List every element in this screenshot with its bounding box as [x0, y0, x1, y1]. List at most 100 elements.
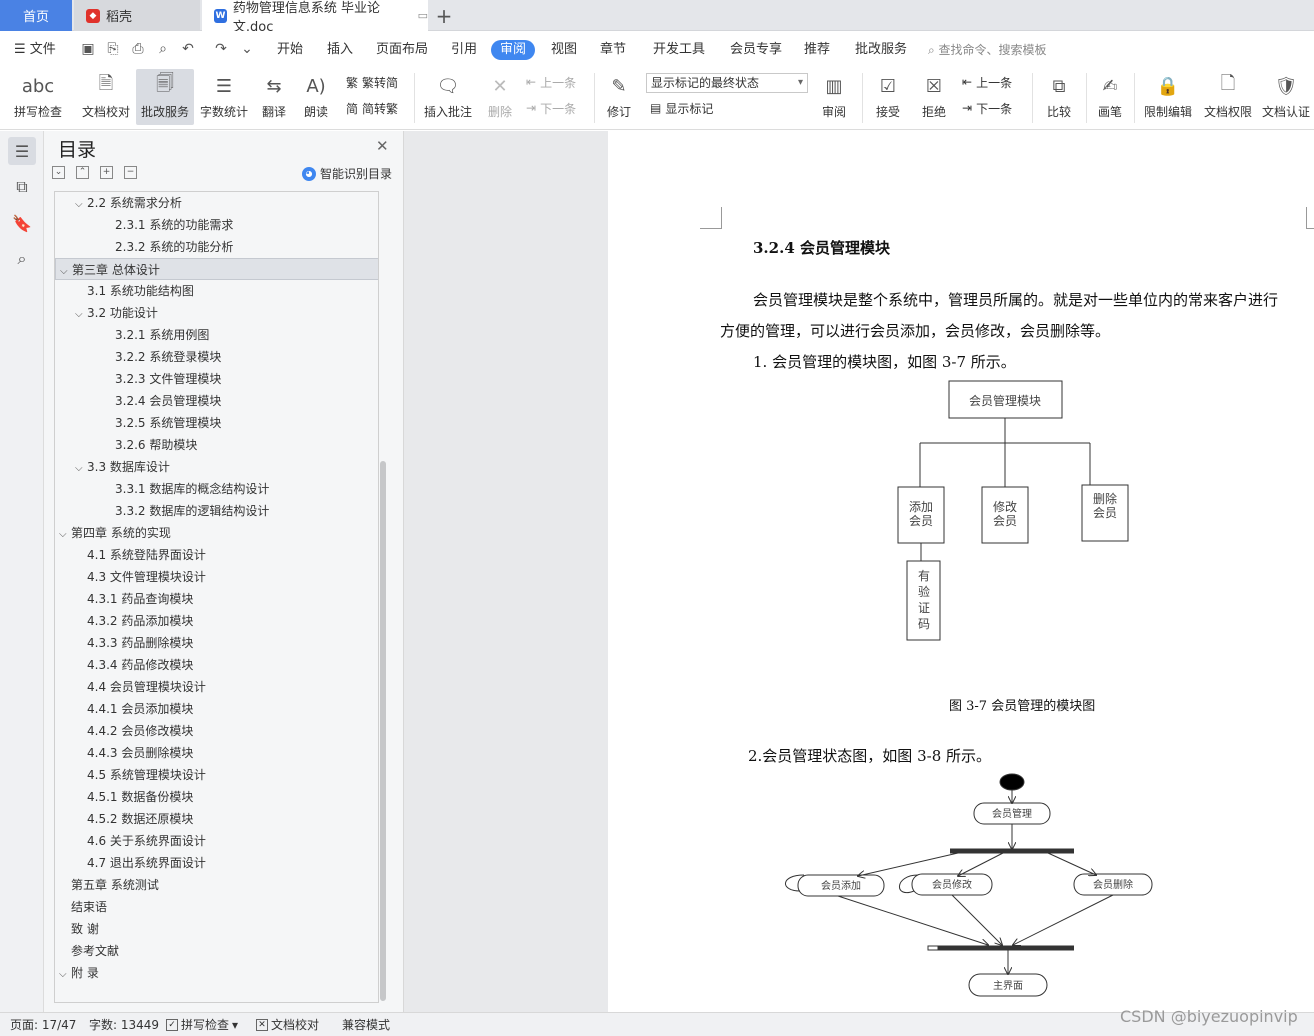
- toc-item[interactable]: 第五章 系统测试: [55, 874, 378, 896]
- tab-home[interactable]: 首页: [0, 0, 72, 31]
- toc-item[interactable]: 4.7 退出系统界面设计: [55, 852, 378, 874]
- toc-item[interactable]: 2.3.2 系统的功能分析: [55, 236, 378, 258]
- add-heading-icon[interactable]: +: [100, 166, 113, 179]
- toc-item[interactable]: 3.2.1 系统用例图: [55, 324, 378, 346]
- toc-item[interactable]: 3.2.4 会员管理模块: [55, 390, 378, 412]
- doc-proofread-button[interactable]: 🗎 文档校对: [78, 69, 134, 125]
- spell-check-status[interactable]: ✓ 拼写检查 ▾: [166, 1017, 238, 1033]
- toc-item[interactable]: 4.3.2 药品添加模块: [55, 610, 378, 632]
- save-icon[interactable]: ▣: [80, 41, 96, 57]
- search-icon[interactable]: ⌕: [8, 245, 36, 273]
- toc-item[interactable]: 4.4.1 会员添加模块: [55, 698, 378, 720]
- chevron-down-icon[interactable]: ⌄: [239, 41, 255, 57]
- menu-developer[interactable]: 开发工具: [653, 40, 705, 60]
- bookmark-icon[interactable]: 🔖: [8, 209, 36, 237]
- toc-item[interactable]: 2.3.1 系统的功能需求: [55, 214, 378, 236]
- toc-item[interactable]: 4.5.2 数据还原模块: [55, 808, 378, 830]
- toc-item[interactable]: 4.3 文件管理模块设计: [55, 566, 378, 588]
- chevron-down-icon[interactable]: ⌵: [75, 304, 87, 326]
- tab-document[interactable]: W 药物管理信息系统 毕业论文.doc ▭: [202, 0, 428, 35]
- toc-item[interactable]: ⌵ 3.2 功能设计: [55, 302, 378, 326]
- menu-correction[interactable]: 批改服务: [855, 40, 907, 60]
- toc-item[interactable]: 3.3.1 数据库的概念结构设计: [55, 478, 378, 500]
- toc-item[interactable]: 3.1 系统功能结构图: [55, 280, 378, 302]
- revise-button[interactable]: ✎ 修订: [600, 69, 638, 125]
- toc-item[interactable]: 4.3.3 药品删除模块: [55, 632, 378, 654]
- chapter-nav-icon[interactable]: ⧉: [8, 173, 36, 201]
- toc-item[interactable]: 结束语: [55, 896, 378, 918]
- close-icon[interactable]: ✕: [376, 137, 389, 155]
- new-tab-button[interactable]: +: [430, 0, 458, 31]
- tab-daoke[interactable]: ◆ 稻壳: [74, 0, 200, 31]
- menu-chapter[interactable]: 章节: [600, 40, 626, 60]
- outline-nav-icon[interactable]: ☰: [8, 137, 36, 165]
- smart-toc-button[interactable]: ◕ 智能识别目录: [302, 165, 392, 182]
- next-comment-button[interactable]: ⇥ 下一条: [526, 98, 576, 118]
- document-page[interactable]: 3.2.4 会员管理模块 会员管理模块是整个系统中，管理员所属的。就是对一些单位…: [608, 131, 1314, 1012]
- next-change-button[interactable]: ⇥ 下一条: [962, 98, 1012, 118]
- spell-check-button[interactable]: abc 拼写检查: [8, 69, 68, 125]
- toc-item[interactable]: 致 谢: [55, 918, 378, 940]
- file-menu[interactable]: ☰ 文件: [14, 40, 56, 60]
- correction-service-button[interactable]: 🗐 批改服务: [136, 69, 194, 125]
- translate-button[interactable]: ⇆ 翻译: [254, 69, 294, 125]
- toc-item[interactable]: 4.1 系统登陆界面设计: [55, 544, 378, 566]
- redo-icon[interactable]: ↷: [213, 41, 229, 57]
- toc-item[interactable]: 4.5 系统管理模块设计: [55, 764, 378, 786]
- toc-item[interactable]: ⌵ 2.2 系统需求分析: [55, 192, 378, 216]
- proofread-status[interactable]: ✕ 文档校对: [256, 1017, 319, 1033]
- toc-scrollbar[interactable]: [380, 461, 386, 1001]
- menu-recommend[interactable]: 推荐: [804, 40, 830, 60]
- tab-monitor-icon[interactable]: ▭: [418, 9, 428, 22]
- command-search[interactable]: ⌕ 查找命令、搜索模板: [928, 40, 1047, 60]
- menu-member[interactable]: 会员专享: [730, 40, 782, 60]
- to-traditional-button[interactable]: 繁繁转简: [346, 72, 398, 92]
- export-pdf-icon[interactable]: ⎘: [105, 41, 121, 57]
- menu-reference[interactable]: 引用: [451, 40, 477, 60]
- toc-item[interactable]: 3.2.5 系统管理模块: [55, 412, 378, 434]
- chevron-down-icon[interactable]: ⌵: [75, 194, 87, 216]
- to-simplified-button[interactable]: 简简转繁: [346, 98, 398, 118]
- menu-review[interactable]: 审阅: [491, 40, 536, 60]
- page-indicator[interactable]: 页面: 17/47: [10, 1017, 76, 1033]
- delete-comment-button[interactable]: ✕ 删除: [480, 69, 520, 125]
- print-icon[interactable]: ⎙: [130, 41, 146, 57]
- prev-comment-button[interactable]: ⇤ 上一条: [526, 72, 576, 92]
- toc-item[interactable]: 3.2.3 文件管理模块: [55, 368, 378, 390]
- toc-item[interactable]: 4.4.3 会员删除模块: [55, 742, 378, 764]
- undo-icon[interactable]: ↶: [180, 41, 196, 57]
- show-markup-button[interactable]: ▤ 显示标记: [650, 98, 713, 118]
- toc-item[interactable]: ⌵ 第四章 系统的实现: [55, 522, 378, 546]
- toc-item[interactable]: 4.6 关于系统界面设计: [55, 830, 378, 852]
- toc-item[interactable]: ⌵ 3.3 数据库设计: [55, 456, 378, 478]
- restrict-edit-button[interactable]: 🔒 限制编辑: [1140, 69, 1196, 125]
- toc-item[interactable]: 4.4.2 会员修改模块: [55, 720, 378, 742]
- toc-item[interactable]: 4.4 会员管理模块设计: [55, 676, 378, 698]
- toc-item[interactable]: ⌵ 附 录: [55, 962, 378, 986]
- menu-insert[interactable]: 插入: [327, 40, 353, 60]
- word-count-button[interactable]: ☰ 字数统计: [198, 69, 250, 125]
- insert-comment-button[interactable]: 🗨 插入批注: [420, 69, 476, 125]
- toc-item[interactable]: 3.2.6 帮助模块: [55, 434, 378, 456]
- compare-button[interactable]: ⧉ 比较: [1038, 69, 1080, 125]
- chevron-down-icon[interactable]: ⌵: [59, 964, 71, 986]
- toc-item[interactable]: 4.3.1 药品查询模块: [55, 588, 378, 610]
- markup-state-select[interactable]: 显示标记的最终状态: [646, 73, 808, 93]
- review-pane-button[interactable]: ▥ 审阅: [814, 69, 854, 125]
- expand-up-icon[interactable]: ⌃: [76, 166, 89, 179]
- toc-item[interactable]: 3.3.2 数据库的逻辑结构设计: [55, 500, 378, 522]
- print-preview-icon[interactable]: ⌕: [155, 41, 171, 57]
- word-count-indicator[interactable]: 字数: 13449: [89, 1017, 159, 1033]
- read-aloud-button[interactable]: A) 朗读: [298, 69, 334, 125]
- remove-heading-icon[interactable]: −: [124, 166, 137, 179]
- reject-button[interactable]: ☒ 拒绝: [914, 69, 954, 125]
- doc-certify-button[interactable]: 🛡 文档认证: [1258, 69, 1314, 125]
- pen-button[interactable]: ✍ 画笔: [1092, 69, 1128, 125]
- accept-button[interactable]: ☑ 接受: [868, 69, 908, 125]
- collapse-all-icon[interactable]: ⌄: [52, 166, 65, 179]
- toc-item[interactable]: ⌵ 第三章 总体设计: [55, 258, 378, 280]
- toc-item[interactable]: 4.5.1 数据备份模块: [55, 786, 378, 808]
- toc-item[interactable]: 4.3.4 药品修改模块: [55, 654, 378, 676]
- chevron-down-icon[interactable]: ⌵: [59, 524, 71, 546]
- toc-item[interactable]: 参考文献: [55, 940, 378, 962]
